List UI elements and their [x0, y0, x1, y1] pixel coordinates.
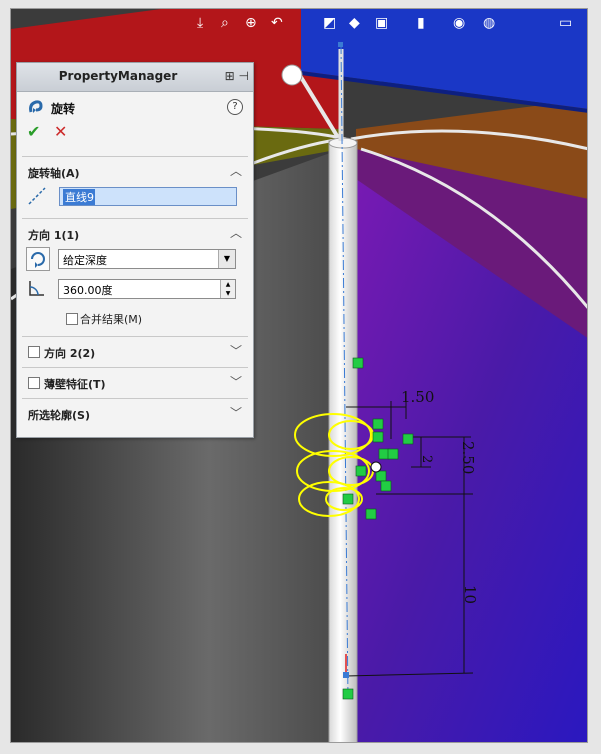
- help-button[interactable]: ?: [227, 99, 243, 115]
- property-manager-header: PropertyManager ⊞ ⊣: [17, 63, 253, 92]
- expand-chevron-icon[interactable]: ﹀: [230, 373, 242, 390]
- merge-result-checkbox[interactable]: [66, 313, 78, 325]
- heads-up-view-toolbar: ⤓ ⌕ ⊕ ↶ ◩ ◆ ▣ ▮ ◉ ◍ ▭: [191, 9, 587, 39]
- dimension-text[interactable]: 10: [461, 585, 479, 604]
- end-condition-value: 给定深度: [63, 254, 107, 267]
- direction2-checkbox[interactable]: [28, 346, 40, 358]
- reverse-direction-icon[interactable]: [26, 247, 50, 271]
- revolve-feature-icon: [29, 100, 43, 113]
- group-title: 方向 2(2): [44, 347, 96, 360]
- hide-show-icon[interactable]: ▮: [417, 15, 425, 31]
- zoom-area-icon[interactable]: ⊕: [245, 15, 257, 31]
- axis-endpoint[interactable]: [338, 42, 343, 47]
- property-manager-title: PropertyManager: [58, 69, 178, 83]
- group-title: 方向 1(1): [28, 229, 80, 242]
- expand-chevron-icon[interactable]: ﹀: [230, 404, 242, 421]
- axis-line-icon: [28, 187, 46, 205]
- section-view-icon[interactable]: ◩: [323, 15, 336, 31]
- appearance-icon[interactable]: ◉: [453, 15, 465, 31]
- property-manager-panel: PropertyManager ⊞ ⊣ 旋转 ? ✔ ✕ 旋转轴(A) ︿ 直线…: [16, 62, 254, 438]
- direction2-group: 方向 2(2) ﹀: [22, 336, 248, 367]
- expand-chevron-icon[interactable]: ﹀: [230, 342, 242, 359]
- direction1-group: 方向 1(1) ︿ 给定深度 ▼ 360.00度 ▲ ▼ 合并结果(M): [22, 218, 248, 335]
- feature-name: 旋转: [51, 102, 76, 116]
- group-title: 所选轮廓(S): [28, 409, 90, 422]
- display-style-icon[interactable]: ▣: [375, 15, 388, 31]
- view-orientation-icon[interactable]: ⤓: [197, 15, 203, 31]
- selected-contours-group: 所选轮廓(S) ﹀: [22, 398, 248, 429]
- merge-result-label: 合并结果(M): [80, 313, 143, 326]
- cancel-button[interactable]: ✕: [54, 122, 67, 141]
- axis-selection-value: 直线9: [63, 189, 95, 205]
- thin-feature-checkbox[interactable]: [28, 377, 40, 389]
- collapse-chevron-icon[interactable]: ︿: [230, 162, 242, 179]
- ok-cancel-row: ✔ ✕: [17, 120, 253, 146]
- collapse-chevron-icon[interactable]: ︿: [230, 224, 242, 241]
- window-frame: 1.50 2 2.50 10 ⤓ ⌕ ⊕ ↶ ◩ ◆ ▣ ▮ ◉ ◍ ▭ Pro…: [0, 0, 601, 754]
- axis-selection-box[interactable]: 直线9: [59, 187, 237, 206]
- view-selector-icon[interactable]: ◆: [349, 15, 360, 31]
- dimension-text[interactable]: 2: [419, 455, 434, 463]
- angle-input[interactable]: 360.00度 ▲ ▼: [58, 279, 236, 299]
- group-title: 旋转轴(A): [28, 167, 80, 180]
- scene-icon[interactable]: ◍: [483, 15, 495, 31]
- pin-icon[interactable]: ⊞ ⊣: [225, 69, 249, 83]
- dimension-text[interactable]: 1.50: [401, 388, 434, 406]
- thin-feature-group: 薄壁特征(T) ﹀: [22, 367, 248, 398]
- graphics-area[interactable]: 1.50 2 2.50 10 ⤓ ⌕ ⊕ ↶ ◩ ◆ ▣ ▮ ◉ ◍ ▭ Pro…: [10, 8, 588, 743]
- angle-icon: [29, 281, 44, 296]
- sketch-origin[interactable]: [343, 672, 349, 678]
- chevron-down-icon: ▼: [218, 250, 235, 268]
- zoom-to-fit-icon[interactable]: ⌕: [221, 15, 229, 31]
- angle-value: 360.00度: [63, 284, 113, 297]
- ok-button[interactable]: ✔: [27, 122, 40, 141]
- display-settings-icon[interactable]: ▭: [559, 15, 572, 31]
- previous-view-icon[interactable]: ↶: [271, 15, 283, 31]
- sketch-point[interactable]: [370, 461, 382, 473]
- feature-header: 旋转 ?: [17, 92, 253, 120]
- angle-spinner[interactable]: ▲ ▼: [220, 280, 235, 298]
- group-title: 薄壁特征(T): [44, 378, 106, 391]
- dimension-text[interactable]: 2.50: [459, 441, 477, 474]
- axis-of-revolution-group: 旋转轴(A) ︿ 直线9: [22, 156, 248, 217]
- rib-joint: [281, 64, 303, 86]
- end-condition-select[interactable]: 给定深度 ▼: [58, 249, 236, 269]
